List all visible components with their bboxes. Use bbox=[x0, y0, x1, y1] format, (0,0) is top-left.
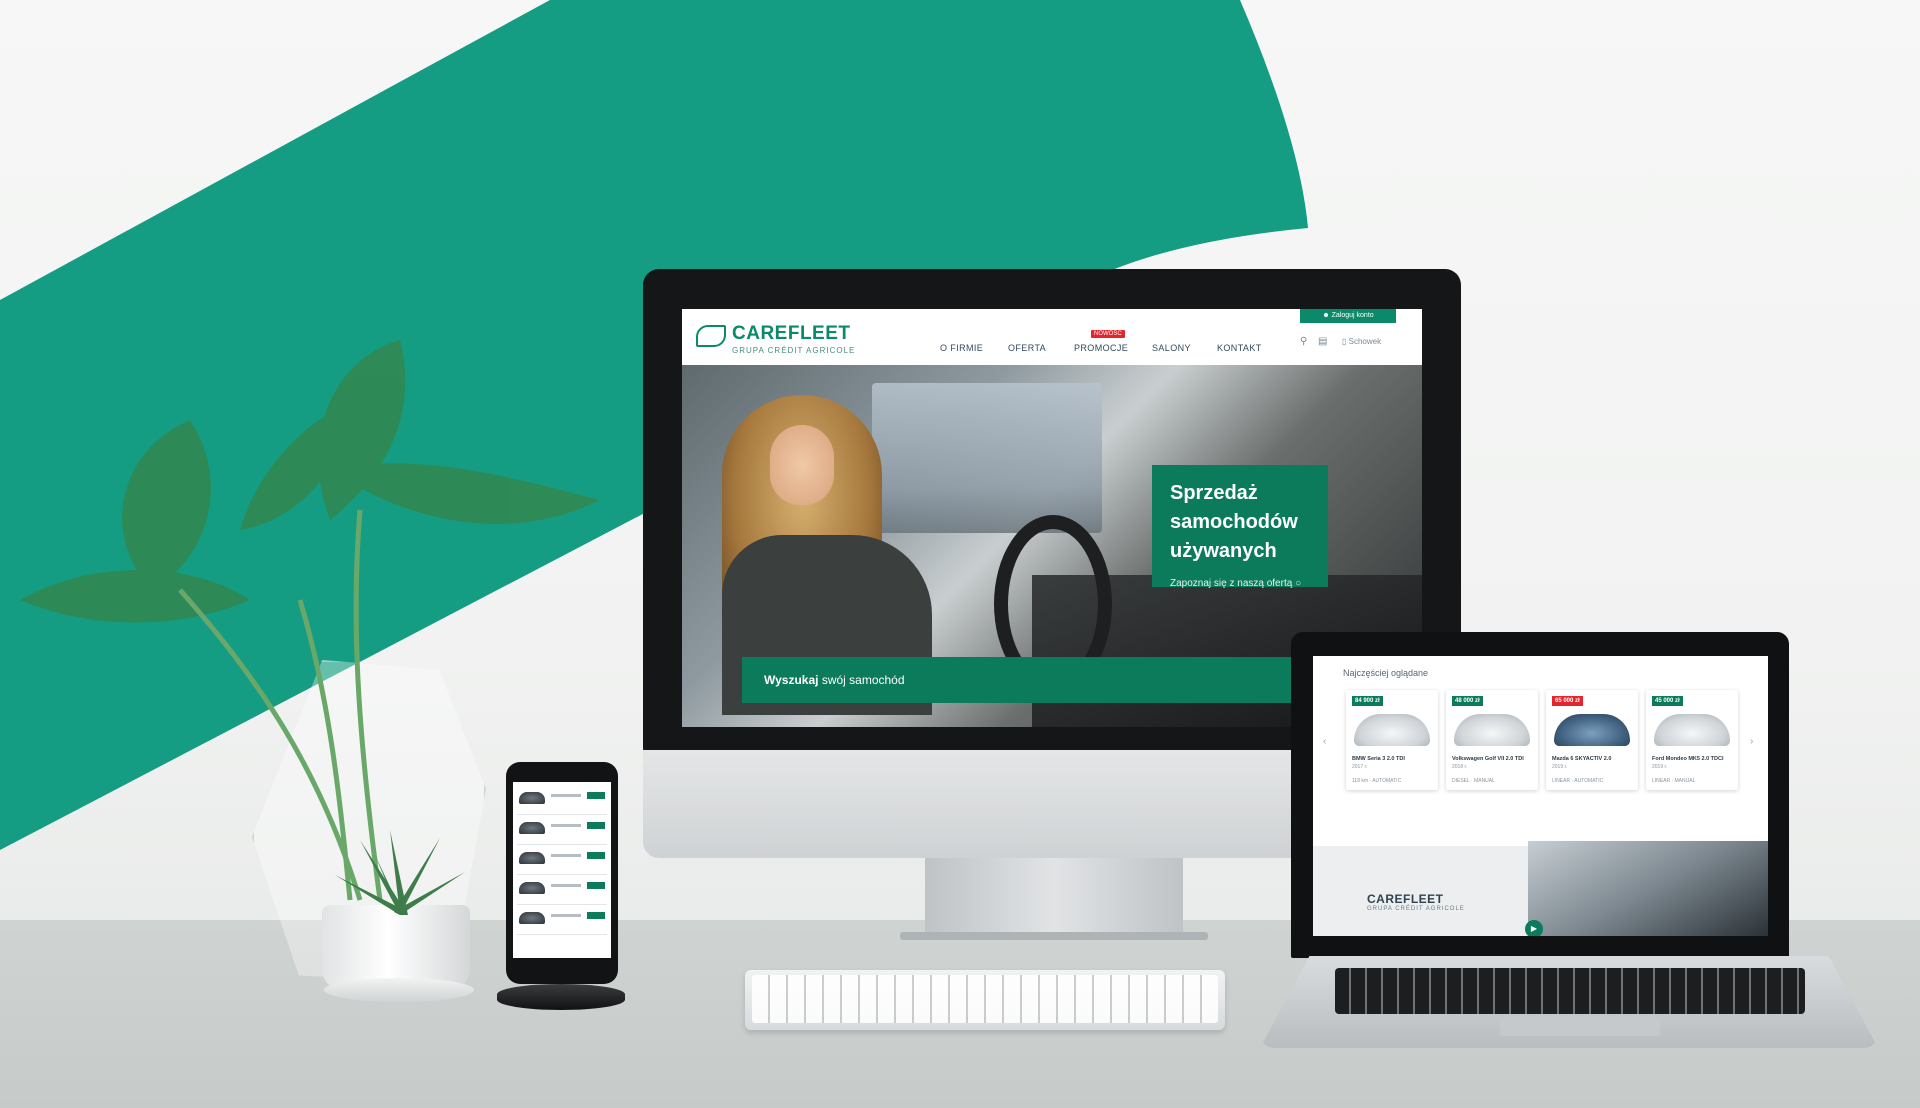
car-card[interactable]: 45 000 zł Ford Mondeo MK5 2.0 TDCI 2019 … bbox=[1646, 690, 1738, 790]
login-label: Zaloguj konto bbox=[1331, 312, 1374, 319]
phone-list-item bbox=[517, 786, 607, 815]
car-year: 2018 r. bbox=[1452, 764, 1468, 770]
search-bar-bold: Wyszukaj bbox=[764, 673, 819, 687]
monitor-foot bbox=[900, 932, 1208, 940]
search-icon[interactable]: ⚲ bbox=[1300, 336, 1307, 347]
hero-photo-person-face bbox=[770, 425, 834, 505]
car-name: Ford Mondeo MK5 2.0 TDCI bbox=[1652, 756, 1724, 762]
compare-link[interactable]: ▯ Schowek bbox=[1342, 337, 1381, 346]
car-meta: LINEAR · AUTOMATIC bbox=[1552, 778, 1604, 784]
cart-icon[interactable]: ▤ bbox=[1318, 336, 1327, 347]
play-icon[interactable]: ▶ bbox=[1525, 920, 1543, 936]
logo-tagline: GRUPA CRÉDIT AGRICOLE bbox=[732, 346, 856, 355]
price-tag bbox=[587, 822, 605, 829]
car-price: 65 000 zł bbox=[1552, 696, 1583, 706]
text-line bbox=[551, 914, 581, 917]
car-name: Volkswagen Golf VII 2.0 TDI bbox=[1452, 756, 1524, 762]
car-thumbnail bbox=[519, 912, 545, 924]
car-thumbnail bbox=[519, 852, 545, 864]
arrow-circle-icon: ○ bbox=[1295, 578, 1302, 589]
phone-list-item bbox=[517, 906, 607, 935]
carousel-prev-icon[interactable]: ‹ bbox=[1323, 736, 1326, 747]
car-meta: DIESEL · MANUAL bbox=[1452, 778, 1495, 784]
hero-photo-window bbox=[872, 383, 1102, 533]
car-meta: LINEAR · MANUAL bbox=[1652, 778, 1696, 784]
car-price: 84 900 zł bbox=[1352, 696, 1383, 706]
hero-title-line-2: samochodów bbox=[1170, 511, 1298, 533]
nav-item-salony[interactable]: SALONY bbox=[1152, 343, 1191, 353]
nav-item-kontakt[interactable]: KONTAKT bbox=[1217, 343, 1262, 353]
logo-mark-icon bbox=[696, 325, 726, 347]
banner-tagline: GRUPA CRÉDIT AGRICOLE bbox=[1367, 906, 1465, 912]
text-line bbox=[551, 854, 581, 857]
car-image bbox=[1654, 714, 1730, 746]
phone-list-item bbox=[517, 846, 607, 875]
car-meta: 118 km · AUTOMATIC bbox=[1352, 778, 1402, 784]
text-line bbox=[551, 824, 581, 827]
hero-title-line-3: używanych bbox=[1170, 540, 1277, 562]
nav-item-promocje[interactable]: PROMOCJE bbox=[1074, 343, 1128, 353]
car-image bbox=[1554, 714, 1630, 746]
pot-saucer bbox=[324, 978, 474, 1002]
car-year: 2019 r. bbox=[1652, 764, 1668, 770]
carefleet-logo[interactable]: CAREFLEET GRUPA CRÉDIT AGRICOLE bbox=[696, 323, 856, 355]
laptop-trackpad bbox=[1500, 1016, 1660, 1036]
car-spec-1: LINEAR bbox=[1552, 778, 1571, 784]
phone-list-item bbox=[517, 876, 607, 905]
hero-title-line-1: Sprzedaż bbox=[1170, 482, 1258, 504]
phone-list-item bbox=[517, 816, 607, 845]
logo-name: CAREFLEET bbox=[732, 323, 851, 344]
search-bar-text: swój samochód bbox=[821, 673, 905, 687]
car-thumbnail bbox=[519, 882, 545, 894]
car-card[interactable]: 84 900 zł BMW Seria 3 2.0 TDI 2017 r. 11… bbox=[1346, 690, 1438, 790]
new-badge: NOWOŚĆ bbox=[1091, 330, 1125, 338]
price-tag bbox=[587, 882, 605, 889]
text-line bbox=[551, 884, 581, 887]
car-year: 2019 r. bbox=[1552, 764, 1568, 770]
nav-item-oferta[interactable]: OFERTA bbox=[1008, 343, 1046, 353]
car-spec-2: MANUAL bbox=[1474, 778, 1495, 784]
compare-label: Schowek bbox=[1348, 337, 1382, 346]
hero-title: Sprzedaż samochodów używanych bbox=[1170, 479, 1310, 566]
nav-item-o-firmie[interactable]: O FIRMIE bbox=[940, 343, 983, 353]
car-year: 2017 r. bbox=[1352, 764, 1368, 770]
succulent-icon bbox=[335, 830, 465, 915]
monitor-stand bbox=[925, 858, 1183, 938]
car-card[interactable]: 65 000 zł Mazda 6 SKYACTIV 2.0 2019 r. L… bbox=[1546, 690, 1638, 790]
most-viewed-heading: Najczęściej oglądane bbox=[1343, 668, 1429, 678]
user-icon: ☻ bbox=[1322, 312, 1332, 319]
smartphone-screen bbox=[513, 782, 611, 958]
banner-brand: CAREFLEET bbox=[1367, 892, 1444, 906]
car-spec-2: AUTOMATIC bbox=[1574, 778, 1604, 784]
laptop-keyboard bbox=[1335, 968, 1805, 1014]
site-header: CAREFLEET GRUPA CRÉDIT AGRICOLE ☻ Zalogu… bbox=[682, 309, 1422, 365]
hero-cta-link[interactable]: Zapoznaj się z naszą ofertą ○ bbox=[1170, 578, 1310, 589]
car-thumbnail bbox=[519, 822, 545, 834]
phone-dock bbox=[497, 984, 625, 1010]
car-image bbox=[1454, 714, 1530, 746]
keyboard-keys bbox=[752, 975, 1218, 1023]
car-price: 48 000 zł bbox=[1452, 696, 1483, 706]
car-name: Mazda 6 SKYACTIV 2.0 bbox=[1552, 756, 1612, 762]
login-button[interactable]: ☻ Zaloguj konto bbox=[1300, 309, 1396, 323]
car-spec-1: LINEAR bbox=[1652, 778, 1671, 784]
car-thumbnail bbox=[519, 792, 545, 804]
hero-promo-box[interactable]: Sprzedaż samochodów używanych Zapoznaj s… bbox=[1152, 465, 1328, 589]
text-line bbox=[551, 794, 581, 797]
car-spec-1: 118 km bbox=[1352, 778, 1369, 784]
car-name: BMW Seria 3 2.0 TDI bbox=[1352, 756, 1405, 762]
showroom-photo bbox=[1528, 841, 1768, 936]
price-tag bbox=[587, 852, 605, 859]
car-image bbox=[1354, 714, 1430, 746]
car-card[interactable]: 48 000 zł Volkswagen Golf VII 2.0 TDI 20… bbox=[1446, 690, 1538, 790]
carousel-next-icon[interactable]: › bbox=[1750, 736, 1753, 747]
price-tag bbox=[587, 792, 605, 799]
laptop-website-screen: Najczęściej oglądane ‹ › 84 900 zł BMW S… bbox=[1313, 656, 1768, 936]
price-tag bbox=[587, 912, 605, 919]
car-price: 45 000 zł bbox=[1652, 696, 1683, 706]
hero-cta-label: Zapoznaj się z naszą ofertą bbox=[1170, 578, 1293, 589]
car-spec-2: AUTOMATIC bbox=[1372, 778, 1402, 784]
car-spec-1: DIESEL bbox=[1452, 778, 1470, 784]
car-spec-2: MANUAL bbox=[1674, 778, 1696, 784]
